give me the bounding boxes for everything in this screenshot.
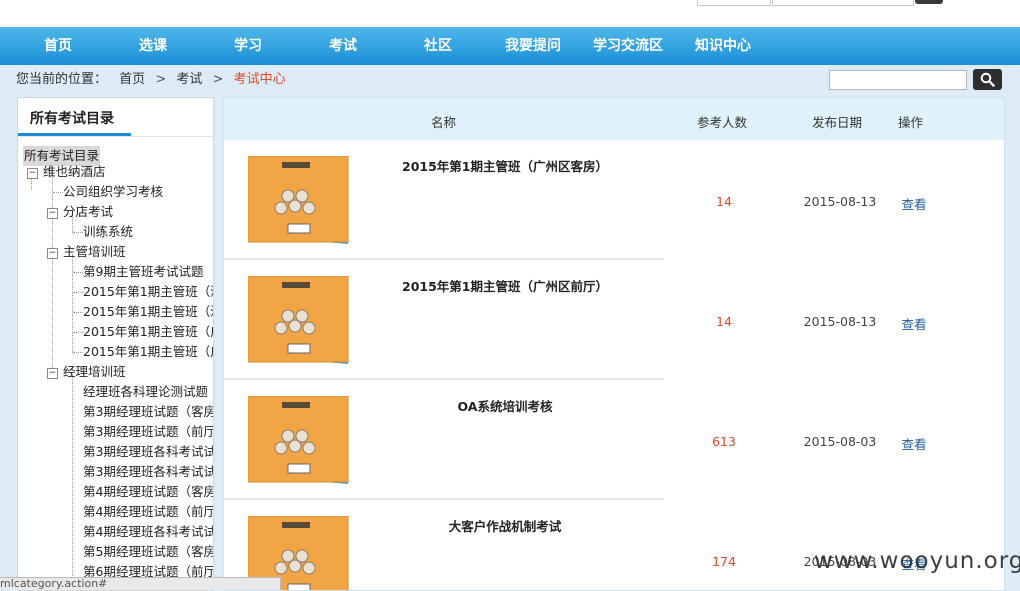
view-link[interactable]: 查看: [896, 434, 932, 453]
search-icon: [980, 72, 995, 87]
exam-date: 2015-08-13: [803, 194, 877, 209]
tree-node[interactable]: 分店考试: [63, 202, 113, 222]
breadcrumb-separator: >: [155, 72, 167, 87]
tree-node[interactable]: 公司组织学习考核: [63, 182, 163, 202]
tree-node[interactable]: 2015年第1期主管班（广州: [83, 322, 213, 342]
tree-node[interactable]: 第3期经理班各科考试试卷: [83, 442, 213, 462]
sidebar-title: 所有考试目录: [30, 111, 114, 127]
exam-title[interactable]: 大客户作战机制考试: [374, 516, 636, 535]
tree-node[interactable]: 维也纳酒店: [43, 162, 106, 182]
tree-node[interactable]: 2015年第1期主管班（深圳: [83, 302, 213, 322]
table-row: 大客户作战机制考试 174 2015-08-03 查看: [224, 500, 1004, 590]
tree-node[interactable]: 第5期经理班试题（客房）: [83, 542, 213, 562]
status-bar: mlcategory.action#: [0, 577, 281, 590]
book-cover-image: [248, 156, 349, 244]
book-cover-image: [248, 396, 349, 484]
watermark: www.wooyun.org: [814, 548, 1020, 574]
collapse-icon[interactable]: −: [47, 248, 58, 259]
exam-title[interactable]: OA系统培训考核: [374, 396, 636, 415]
collapse-icon[interactable]: −: [47, 368, 58, 379]
tree-node[interactable]: 经理培训班: [63, 362, 126, 382]
table-header: 名称 参考人数 发布日期 操作: [224, 98, 1004, 140]
nav-community[interactable]: 社区: [400, 27, 476, 65]
table-row: 2015年第1期主管班（广州区前厅） 14 2015-08-13 查看: [224, 260, 1004, 380]
breadcrumb-exam[interactable]: 考试: [176, 72, 202, 87]
tree-node[interactable]: 主管培训班: [63, 242, 126, 262]
top-input-fragment-2[interactable]: [772, 0, 914, 6]
tree-node[interactable]: 第3期经理班试题（客房）: [83, 402, 213, 422]
tree-node[interactable]: 第3期经理班试题（前厅）: [83, 422, 213, 442]
tree-node[interactable]: 第4期经理班试题（客房）: [83, 482, 213, 502]
exam-title[interactable]: 2015年第1期主管班（广州区前厅）: [374, 276, 636, 295]
exam-participants: 14: [716, 314, 732, 329]
view-link[interactable]: 查看: [896, 314, 932, 333]
view-link[interactable]: 查看: [896, 194, 932, 213]
tree-node[interactable]: 第9期主管班考试试题: [83, 262, 203, 282]
header-name: 名称: [431, 115, 457, 130]
tree-node[interactable]: 第3期经理班各科考试试卷: [83, 462, 213, 482]
top-input-fragment[interactable]: [697, 0, 771, 6]
search-button[interactable]: [973, 69, 1002, 90]
header-count: 参考人数: [697, 115, 748, 130]
exam-list: 名称 参考人数 发布日期 操作 2015年第1期主管班（广州区客房） 14 20…: [223, 97, 1005, 591]
nav-exam[interactable]: 考试: [305, 27, 381, 65]
sidebar-header: 所有考试目录: [18, 98, 213, 137]
breadcrumb-prefix: 您当前的位置：: [16, 72, 108, 87]
nav-ask[interactable]: 我要提问: [495, 27, 571, 65]
book-cover-image: [248, 276, 349, 364]
collapse-icon[interactable]: −: [27, 168, 38, 179]
search-input[interactable]: [829, 70, 967, 90]
exam-date: 2015-08-13: [803, 314, 877, 329]
tree-node[interactable]: 经理班各科理论测试题: [83, 382, 208, 402]
nav-knowledge[interactable]: 知识中心: [685, 27, 761, 65]
tree-node[interactable]: 2015年第1期主管班（深圳: [83, 282, 213, 302]
nav-courses[interactable]: 选课: [115, 27, 191, 65]
header-action: 操作: [898, 115, 924, 130]
tree-node[interactable]: 第4期经理班试题（前厅）: [83, 502, 213, 522]
tree-node[interactable]: 2015年第1期主管班（广州: [83, 342, 213, 362]
collapse-icon[interactable]: −: [47, 208, 58, 219]
main-nav: 首页 选课 学习 考试 社区 我要提问 学习交流区 知识中心: [0, 27, 1020, 65]
exam-participants: 14: [716, 194, 732, 209]
breadcrumb: 您当前的位置： 首页 > 考试 > 考试中心: [16, 71, 286, 89]
breadcrumb-separator: >: [212, 72, 224, 87]
table-row: 2015年第1期主管班（广州区客房） 14 2015-08-13 查看: [224, 140, 1004, 260]
tree-node[interactable]: 第4期经理班各科考试试卷: [83, 522, 213, 542]
breadcrumb-current: 考试中心: [233, 72, 286, 87]
breadcrumb-home[interactable]: 首页: [119, 72, 145, 87]
top-button-fragment[interactable]: [915, 0, 943, 4]
nav-exchange[interactable]: 学习交流区: [586, 27, 670, 65]
exam-date: 2015-08-03: [803, 434, 877, 449]
nav-home[interactable]: 首页: [20, 27, 96, 65]
header-date: 发布日期: [812, 115, 863, 130]
sidebar-title-underline: [18, 133, 131, 136]
table-row: OA系统培训考核 613 2015-08-03 查看: [224, 380, 1004, 500]
category-sidebar: 所有考试目录 所有考试目录 − 维也纳酒店 公司组织学习考核 − 分店考试 训练…: [17, 97, 214, 591]
exam-participants: 174: [712, 554, 736, 569]
exam-participants: 613: [712, 434, 736, 449]
top-strip: [0, 0, 1020, 27]
exam-title[interactable]: 2015年第1期主管班（广州区客房）: [374, 156, 636, 175]
tree-node[interactable]: 训练系统: [83, 222, 133, 242]
nav-study[interactable]: 学习: [210, 27, 286, 65]
